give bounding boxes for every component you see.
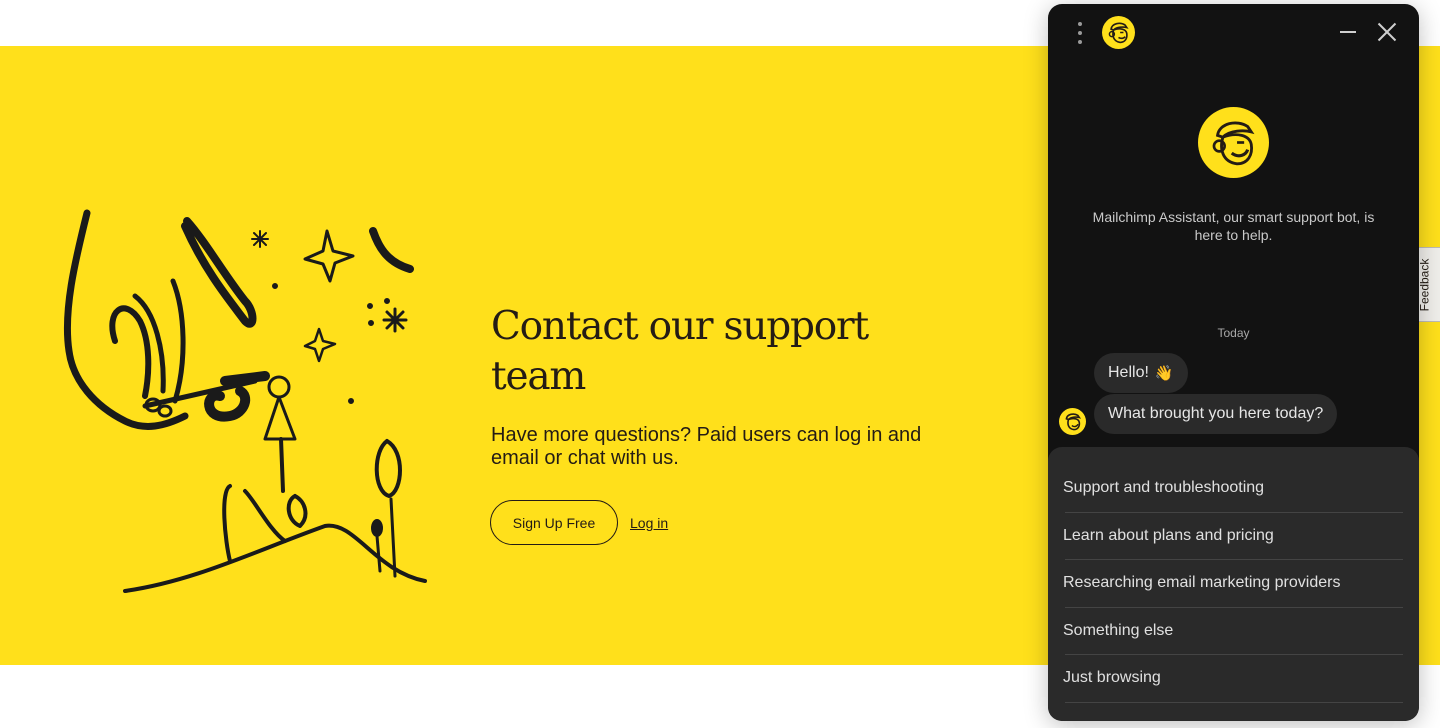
moon (369, 227, 414, 273)
option-label: Researching email marketing providers (1063, 574, 1341, 592)
option-just-browsing[interactable]: Just browsing (1063, 655, 1403, 703)
bot-avatar (1059, 408, 1086, 435)
hand-drawing (109, 305, 152, 399)
option-researching-providers[interactable]: Researching email marketing providers (1063, 560, 1403, 608)
dot (384, 298, 390, 304)
waving-hand-icon: 👋 (1154, 365, 1174, 382)
hand-drawing (170, 278, 186, 404)
more-vertical-icon[interactable] (1074, 22, 1086, 44)
hero-subtitle: Have more questions? Paid users can log … (491, 424, 922, 469)
dot (367, 303, 373, 309)
option-label: Learn about plans and pricing (1063, 526, 1274, 544)
mailchimp-freddie-icon (1102, 16, 1135, 49)
sitting-person (286, 494, 308, 528)
assistant-intro: Mailchimp Assistant, our smart support b… (1092, 209, 1375, 243)
bot-message: Hello! 👋 (1094, 353, 1188, 393)
flower-stem (389, 497, 397, 578)
option-plans-pricing[interactable]: Learn about plans and pricing (1063, 513, 1403, 560)
hero-illustration (63, 209, 427, 593)
hand-drawing (220, 371, 270, 386)
dot (368, 320, 374, 326)
hero-actions: Sign Up Free Log in (490, 500, 971, 545)
flower-stem (375, 534, 382, 573)
option-something-else[interactable]: Something else (1063, 608, 1403, 655)
message-text: Hello! (1108, 364, 1149, 381)
hero-content: Contact our support team Have more quest… (490, 302, 971, 545)
page-title: Contact our support team (491, 304, 869, 399)
star (303, 229, 355, 283)
person-head (267, 375, 291, 399)
dot (348, 398, 354, 404)
sitting-person (222, 484, 287, 563)
option-support-troubleshooting[interactable]: Support and troubleshooting (1063, 465, 1403, 513)
log-in-link[interactable]: Log in (630, 515, 668, 531)
hand-drawing (63, 209, 189, 430)
option-label: Support and troubleshooting (1063, 479, 1265, 497)
message-text: What brought you here today? (1108, 405, 1324, 422)
chat-widget: Mailchimp Assistant, our smart support b… (1048, 4, 1419, 721)
flower (371, 519, 383, 537)
star (382, 307, 408, 333)
option-label: Something else (1063, 621, 1174, 639)
option-label: Just browsing (1063, 669, 1161, 687)
date-separator: Today (1217, 326, 1250, 340)
hand-drawing (204, 386, 251, 422)
quick-reply-options: Support and troubleshooting Learn about … (1048, 447, 1419, 721)
star (251, 230, 269, 248)
person-leg (279, 437, 285, 493)
sign-up-free-button[interactable]: Sign Up Free (490, 500, 618, 545)
person-body (263, 395, 297, 441)
close-icon[interactable] (1377, 22, 1397, 42)
page: Contact our support team Have more quest… (0, 0, 1440, 728)
hand-drawing (181, 217, 257, 328)
minimize-icon[interactable] (1339, 22, 1357, 40)
feedback-label: Feedback (1417, 258, 1432, 311)
chat-header (1048, 4, 1419, 60)
star (303, 327, 337, 363)
flower (374, 439, 402, 498)
mailchimp-assistant-avatar (1198, 107, 1269, 178)
bot-message: What brought you here today? (1094, 394, 1338, 434)
dot (272, 283, 278, 289)
